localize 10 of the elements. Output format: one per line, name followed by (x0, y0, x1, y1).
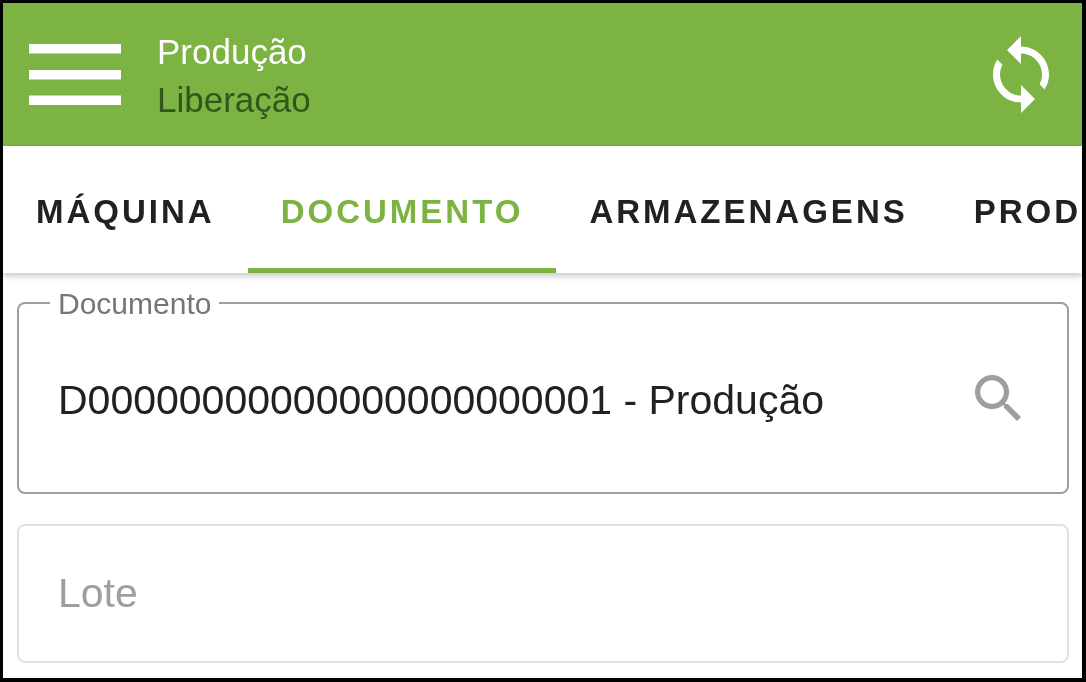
field-value: D00000000000000000000001 - Produção (58, 375, 825, 425)
app-title: Produção (157, 31, 308, 73)
refresh-icon[interactable] (993, 36, 1049, 113)
search-icon[interactable] (975, 375, 1021, 421)
tab[interactable]: PROD (940, 146, 1082, 273)
tab[interactable]: ARMAZENAGENS (556, 146, 941, 273)
app-subtitle: Liberação (157, 79, 311, 121)
input-field[interactable]: Lote (17, 524, 1069, 663)
tab[interactable]: MÁQUINA (3, 146, 248, 273)
menu-icon[interactable] (29, 44, 121, 105)
